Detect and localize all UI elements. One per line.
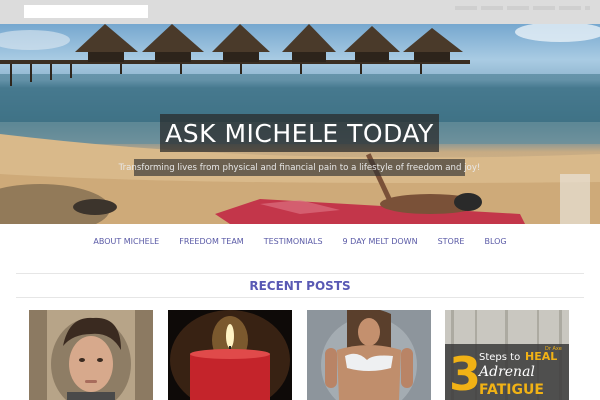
adrenal-steps-text: Steps to <box>479 352 520 363</box>
adrenal-fatigue-text: FATIGUE <box>479 382 544 398</box>
nav-item-store[interactable]: STORE <box>438 235 465 249</box>
adrenal-number: 3 <box>449 347 481 400</box>
site-tagline: Transforming lives from physical and fin… <box>118 162 481 173</box>
adrenal-adrenal-text: Adrenal <box>477 364 535 380</box>
post-thumbnail-candle[interactable] <box>168 310 292 400</box>
adrenal-fatigue-graphic-image: 3 Steps to HEAL Adrenal FATIGUE Dr Axe <box>445 310 569 400</box>
tagline-box: Transforming lives from physical and fin… <box>119 159 480 176</box>
post-thumbnail-fitness[interactable] <box>307 310 431 400</box>
top-bar <box>0 0 600 24</box>
nav-item-about-michele[interactable]: ABOUT MICHELE <box>93 235 159 249</box>
post-thumbnail-portrait[interactable] <box>29 310 153 400</box>
site-title-box: ASK MICHELE TODAY <box>160 114 439 152</box>
nav-item-freedom-team[interactable]: FREEDOM TEAM <box>179 235 244 249</box>
nav-item-blog[interactable]: BLOG <box>484 235 506 249</box>
recent-posts-heading: RECENT POSTS <box>249 279 351 293</box>
hero-banner: ASK MICHELE TODAY Transforming lives fro… <box>0 24 600 224</box>
search-input[interactable] <box>24 5 148 18</box>
nav-item-testimonials[interactable]: TESTIMONIALS <box>264 235 323 249</box>
fitness-woman-image <box>307 310 431 400</box>
divider-bottom <box>16 297 584 298</box>
portrait-of-young-man-image <box>29 310 153 400</box>
divider-top <box>16 273 584 274</box>
top-links <box>455 6 590 10</box>
red-candle-flame-image <box>168 310 292 400</box>
nav-item-9-day-melt-down[interactable]: 9 DAY MELT DOWN <box>343 235 418 249</box>
adrenal-credit-text: Dr Axe <box>545 346 562 352</box>
post-thumbnail-adrenal-fatigue[interactable]: 3 Steps to HEAL Adrenal FATIGUE Dr Axe <box>445 310 569 400</box>
main-navigation: ABOUT MICHELE FREEDOM TEAM TESTIMONIALS … <box>0 235 600 249</box>
site-title[interactable]: ASK MICHELE TODAY <box>165 119 434 148</box>
